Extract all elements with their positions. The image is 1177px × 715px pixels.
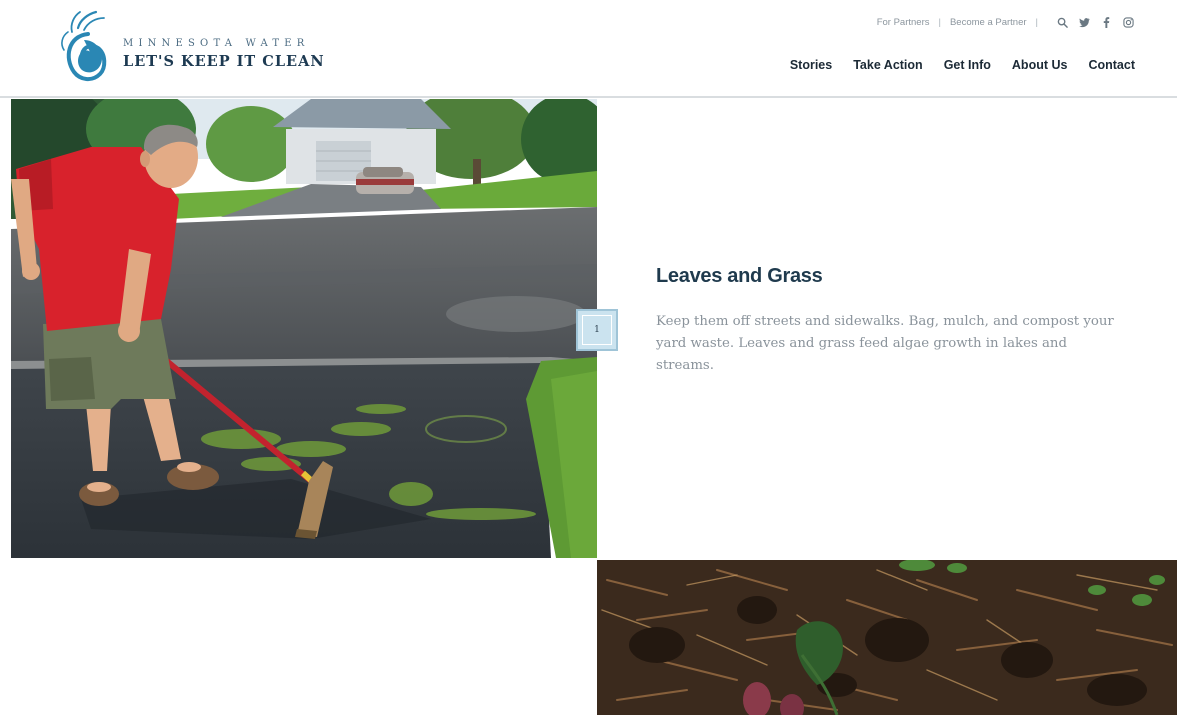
utility-separator: | (938, 16, 941, 28)
hero-photo (11, 99, 597, 558)
nav-contact[interactable]: Contact (1088, 58, 1135, 72)
site-logo[interactable]: MINNESOTA WATER LET'S KEEP IT CLEAN (58, 10, 338, 86)
nav-about-us[interactable]: About Us (1012, 58, 1068, 72)
main-nav: Stories Take Action Get Info About Us Co… (790, 58, 1135, 72)
nav-stories[interactable]: Stories (790, 58, 832, 72)
feature-description: Keep them off streets and sidewalks. Bag… (656, 314, 1114, 373)
logo-tagline-top: MINNESOTA WATER (123, 38, 310, 49)
nav-get-info[interactable]: Get Info (944, 58, 991, 72)
instagram-icon[interactable] (1121, 15, 1135, 29)
facebook-icon[interactable] (1099, 15, 1113, 29)
feature-panel: Leaves and Grass Keep them off streets a… (597, 99, 1177, 558)
site-header: MINNESOTA WATER LET'S KEEP IT CLEAN For … (0, 0, 1177, 98)
feature-title: Leaves and Grass (656, 265, 823, 287)
utility-bar: For Partners | Become a Partner | (877, 14, 1135, 30)
nav-take-action[interactable]: Take Action (853, 58, 922, 72)
fish-logo-icon (61, 10, 107, 81)
search-icon[interactable] (1055, 15, 1069, 29)
slide-number: 1 (594, 325, 600, 335)
logo-tagline-bottom: LET'S KEEP IT CLEAN (123, 53, 325, 70)
twitter-icon[interactable] (1077, 15, 1091, 29)
compost-photo (597, 560, 1177, 715)
mulch-illustration (597, 560, 1177, 715)
utility-separator: | (1035, 16, 1038, 28)
sweeping-grass-illustration (11, 99, 597, 558)
for-partners-link[interactable]: For Partners (877, 17, 930, 28)
slide-indicator-button[interactable]: 1 (576, 309, 618, 351)
become-partner-link[interactable]: Become a Partner (950, 17, 1027, 28)
